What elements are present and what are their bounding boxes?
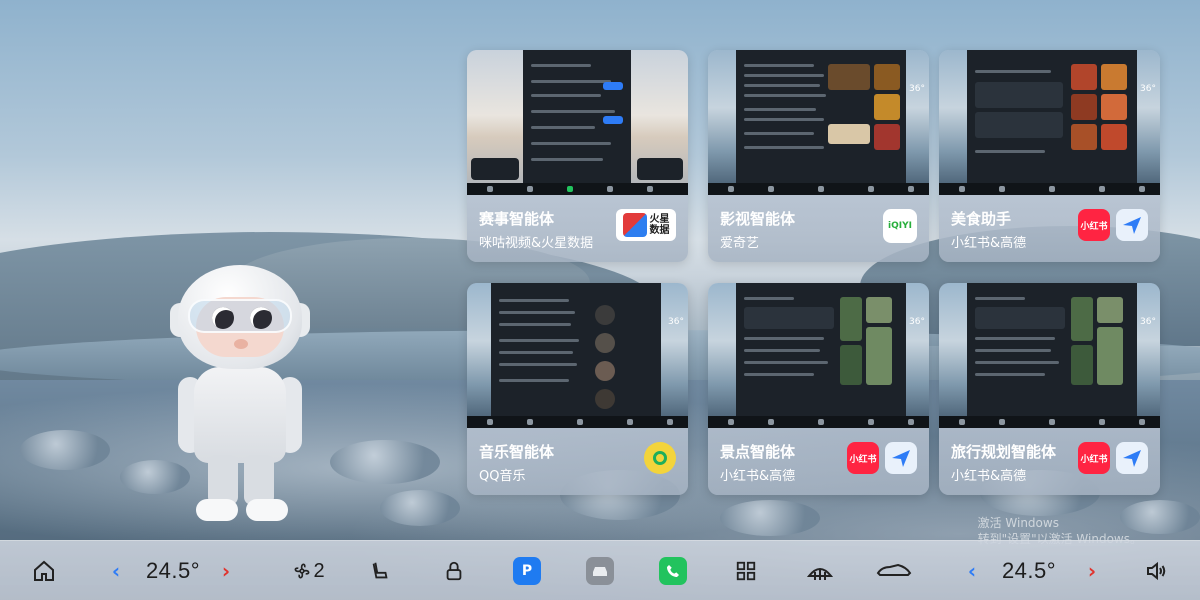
lock-button[interactable] — [440, 555, 468, 587]
agent-provider: 咪咕视频&火星数据 — [479, 236, 594, 251]
seat-button[interactable] — [366, 555, 394, 587]
xiaohongshu-logo-text: 小红书 — [1080, 221, 1108, 232]
parking-app-button[interactable]: P — [512, 555, 542, 587]
card-preview: 36° — [708, 50, 929, 195]
home-icon — [34, 560, 54, 581]
watermark-line1: 激活 Windows — [977, 516, 1059, 530]
bottom-dock: ‹ 24.5° › 2 P ‹ 24.5° › — [0, 540, 1200, 600]
xiaohongshu-logo-icon: 小红书 — [847, 442, 879, 474]
agent-card-music[interactable]: 36° 音乐智能体 QQ音乐 — [467, 283, 688, 495]
agent-title: 景点智能体 — [720, 443, 796, 461]
right-temp-up-button[interactable]: › — [1082, 555, 1102, 587]
fan-level: 2 — [313, 559, 325, 582]
defrost-button[interactable] — [804, 555, 836, 587]
right-temperature: 24.5° — [1001, 558, 1057, 583]
phone-app-icon — [659, 557, 687, 585]
huoxing-logo-text: 火星 数据 — [649, 214, 670, 236]
fan-icon — [295, 563, 310, 579]
agent-card-travel[interactable]: 36° 旅行规划智能体 小红书&高德 小红书 — [939, 283, 1160, 495]
gaode-map-logo-icon — [1116, 442, 1148, 474]
agent-provider: QQ音乐 — [479, 469, 526, 484]
defrost-icon — [806, 568, 834, 580]
lock-icon — [446, 561, 462, 581]
xiaohongshu-logo-text: 小红书 — [1080, 454, 1108, 465]
qq-music-logo-icon — [644, 442, 676, 474]
migu-huoxing-logo-icon: 火星 数据 — [616, 209, 676, 241]
agent-title: 赛事智能体 — [479, 210, 555, 228]
agent-provider: 爱奇艺 — [720, 236, 760, 251]
xiaohongshu-logo-icon: 小红书 — [1078, 209, 1110, 241]
gaode-map-logo-icon — [1116, 209, 1148, 241]
left-temperature: 24.5° — [145, 558, 201, 583]
agent-provider: 小红书&高德 — [951, 469, 1027, 484]
apps-grid-button[interactable] — [732, 555, 760, 587]
car-app-button[interactable] — [585, 555, 615, 587]
card-preview: 36° — [939, 50, 1160, 195]
agent-title: 美食助手 — [951, 210, 1012, 228]
volume-icon — [1147, 561, 1166, 581]
home-button[interactable] — [28, 555, 60, 587]
right-temp-down-button[interactable]: ‹ — [962, 555, 982, 587]
parking-app-icon: P — [513, 557, 541, 585]
agent-title: 影视智能体 — [720, 210, 796, 228]
agent-provider: 小红书&高德 — [951, 236, 1027, 251]
iqiyi-logo-icon: iQIYI — [883, 209, 917, 243]
agent-card-film[interactable]: 36° 影视智能体 爱奇艺 iQIYI — [708, 50, 929, 262]
left-temp-up-button[interactable]: › — [216, 555, 236, 587]
volume-button[interactable] — [1140, 555, 1172, 587]
agent-card-attractions[interactable]: 36° 景点智能体 小红书&高德 小红书 — [708, 283, 929, 495]
iqiyi-logo-text: iQIYI — [888, 221, 912, 231]
agent-title: 音乐智能体 — [479, 443, 555, 461]
seat-icon — [372, 562, 388, 579]
car-app-icon — [586, 557, 614, 585]
phone-app-button[interactable] — [658, 555, 688, 587]
card-preview — [467, 50, 688, 195]
agent-title: 旅行规划智能体 — [951, 443, 1057, 461]
xiaohongshu-logo-icon: 小红书 — [1078, 442, 1110, 474]
car-body-button[interactable] — [874, 555, 914, 587]
fan-button[interactable]: 2 — [286, 555, 330, 587]
left-temp-down-button[interactable]: ‹ — [106, 555, 126, 587]
card-preview: 36° — [467, 283, 688, 428]
apps-grid-icon — [736, 561, 756, 581]
car-body-icon — [876, 563, 912, 576]
mascot-avatar[interactable] — [170, 255, 310, 535]
xiaohongshu-logo-text: 小红书 — [849, 454, 877, 465]
card-preview: 36° — [708, 283, 929, 428]
agent-provider: 小红书&高德 — [720, 469, 796, 484]
agent-card-food[interactable]: 36° 美食助手 小红书&高德 小红书 — [939, 50, 1160, 262]
gaode-map-logo-icon — [885, 442, 917, 474]
agent-card-sports[interactable]: 赛事智能体 咪咕视频&火星数据 火星 数据 — [467, 50, 688, 262]
card-preview: 36° — [939, 283, 1160, 428]
